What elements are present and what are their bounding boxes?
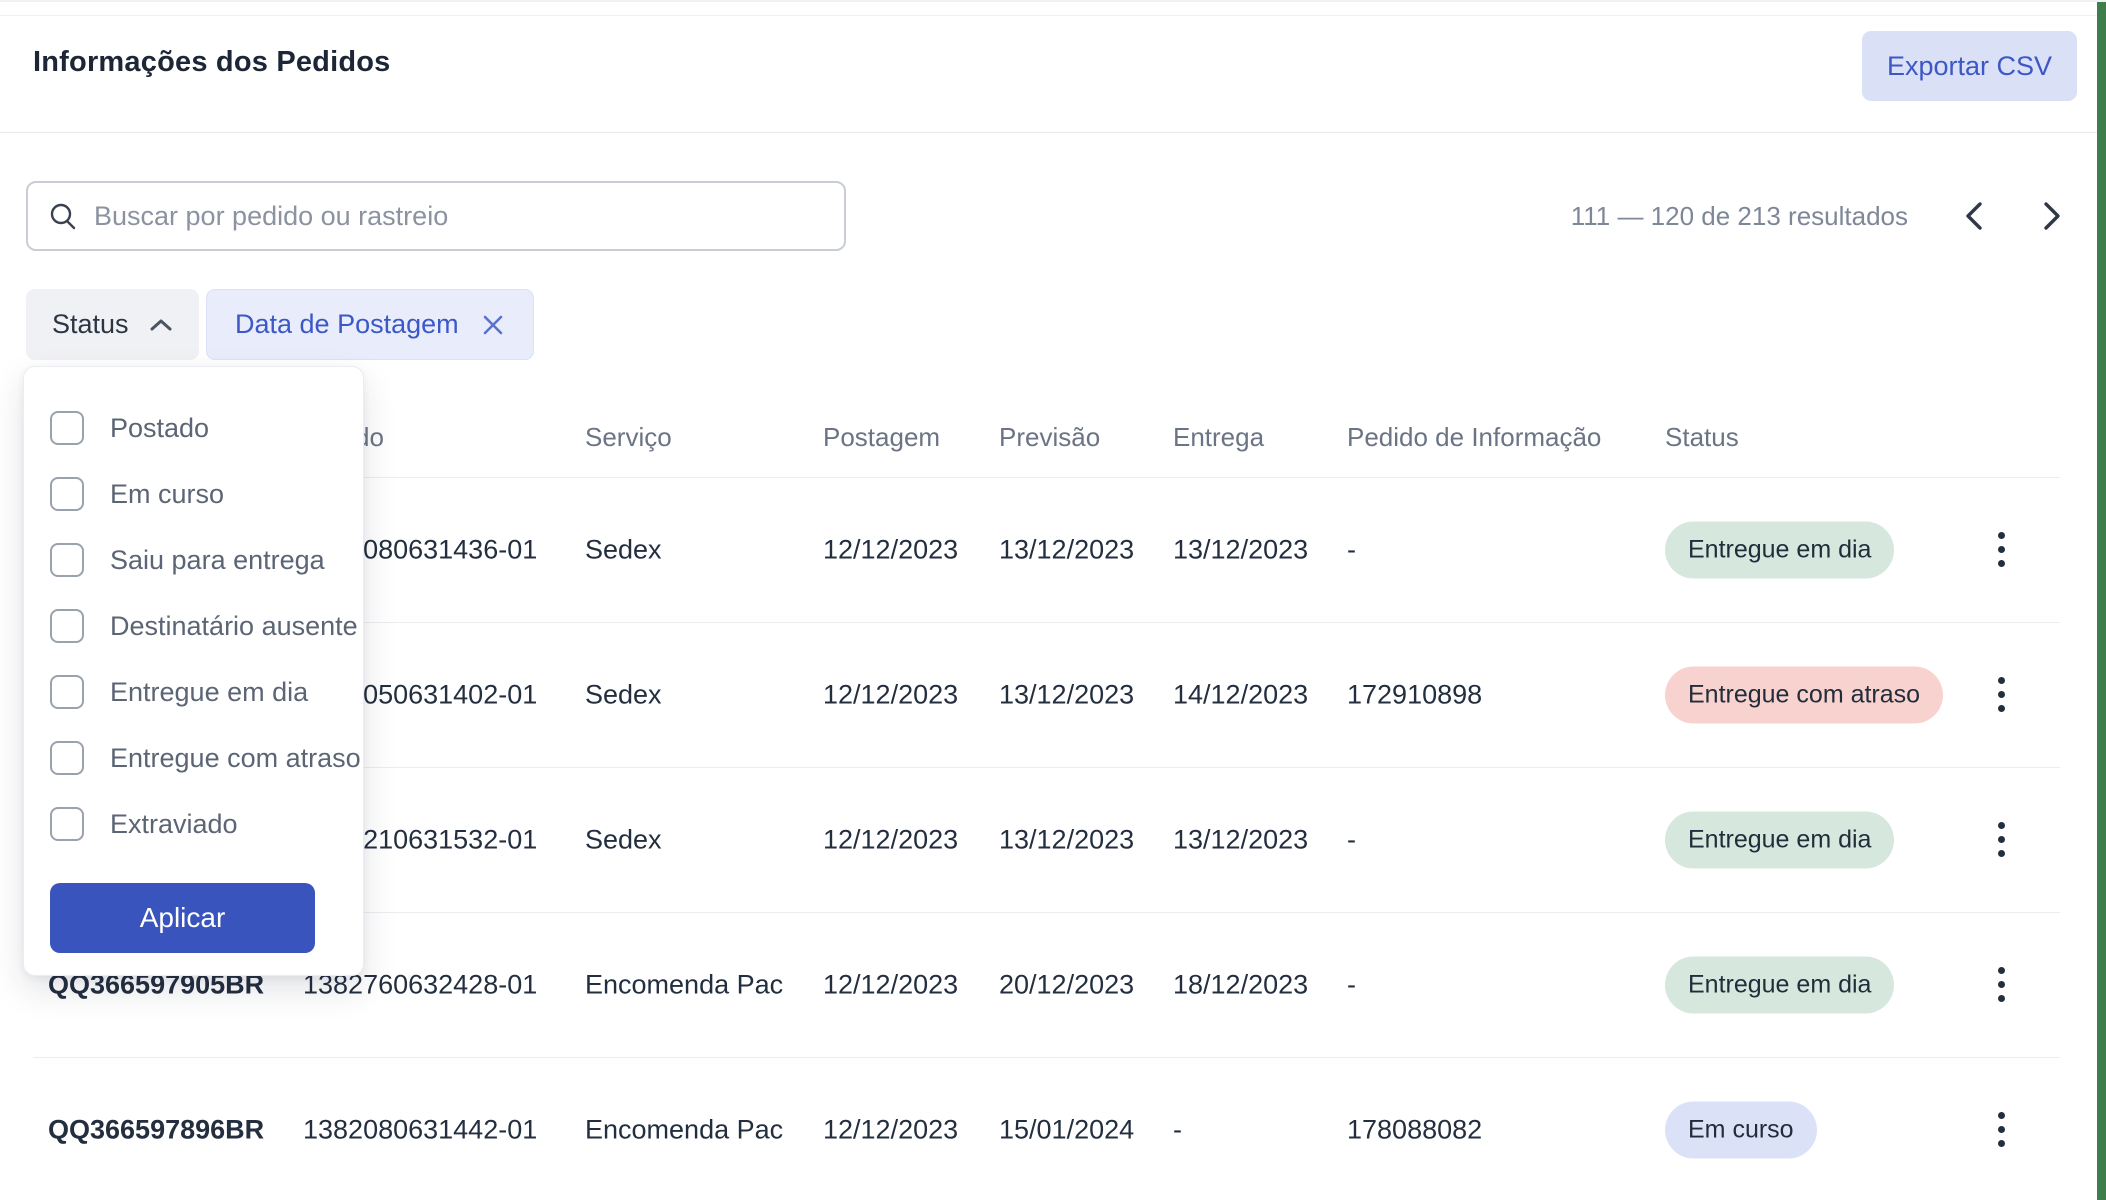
window-edge-strip (2097, 2, 2106, 1200)
row-actions-button[interactable] (1976, 808, 2026, 872)
search-input[interactable] (94, 201, 824, 232)
checkbox-em-curso[interactable] (50, 477, 84, 511)
filter-option-entregue-em-dia[interactable]: Entregue em dia (50, 659, 363, 725)
postagem-date: 12/12/2023 (823, 679, 958, 710)
filter-option-label: Postado (110, 413, 209, 444)
info-request: - (1347, 969, 1356, 1000)
filter-option-label: Extraviado (110, 809, 238, 840)
column-header-entrega: Entrega (1173, 422, 1264, 453)
postagem-date: 12/12/2023 (823, 969, 958, 1000)
status-badge: Entregue em dia (1665, 521, 1894, 578)
filter-option-postado[interactable]: Postado (50, 395, 363, 461)
status-badge: Entregue em dia (1665, 811, 1894, 868)
previsao-date: 20/12/2023 (999, 969, 1134, 1000)
entrega-date: 14/12/2023 (1173, 679, 1308, 710)
info-request: - (1347, 824, 1356, 855)
search-box[interactable] (26, 181, 846, 251)
row-actions-button[interactable] (1976, 663, 2026, 727)
entrega-date: - (1173, 1114, 1182, 1145)
info-request: 178088082 (1347, 1114, 1482, 1145)
postagem-date: 12/12/2023 (823, 1114, 958, 1145)
filter-option-label: Entregue com atraso (110, 743, 361, 774)
service: Sedex (585, 824, 662, 855)
postagem-date: 12/12/2023 (823, 824, 958, 855)
status-badge: Entregue com atraso (1665, 666, 1943, 723)
filter-option-label: Em curso (110, 479, 224, 510)
status-filter-label: Status (52, 309, 129, 340)
filter-option-em-curso[interactable]: Em curso (50, 461, 363, 527)
filter-option-saiu-para-entrega[interactable]: Saiu para entrega (50, 527, 363, 593)
service: Encomenda Pac (585, 1114, 783, 1145)
column-header-status: Status (1665, 422, 1739, 453)
prev-page-button[interactable] (1952, 194, 1996, 238)
search-icon (48, 201, 78, 231)
status-filter-button[interactable]: Status (26, 289, 199, 360)
close-icon[interactable] (481, 313, 505, 337)
table-row: QQ366597896BR 1382080631442-01 Encomenda… (0, 1057, 2106, 1200)
checkbox-postado[interactable] (50, 411, 84, 445)
filter-option-entregue-com-atraso[interactable]: Entregue com atraso (50, 725, 363, 791)
chevron-left-icon (1963, 199, 1985, 233)
checkbox-destinatario-ausente[interactable] (50, 609, 84, 643)
status-filter-dropdown: Postado Em curso Saiu para entrega Desti… (23, 366, 364, 976)
checkbox-saiu-para-entrega[interactable] (50, 543, 84, 577)
pagination: 111 — 120 de 213 resultados (1571, 181, 2074, 251)
orders-page: Informações dos Pedidos Exportar CSV 111… (0, 0, 2106, 1200)
page-title: Informações dos Pedidos (33, 46, 391, 79)
entrega-date: 13/12/2023 (1173, 824, 1308, 855)
checkbox-extraviado[interactable] (50, 807, 84, 841)
service: Sedex (585, 679, 662, 710)
info-request: 172910898 (1347, 679, 1482, 710)
column-header-servico: Serviço (585, 422, 672, 453)
tracking-code: QQ366597896BR (48, 1114, 264, 1145)
filter-option-label: Entregue em dia (110, 677, 308, 708)
previsao-date: 13/12/2023 (999, 534, 1134, 565)
order-number: 1382080631442-01 (303, 1114, 537, 1145)
filter-option-extraviado[interactable]: Extraviado (50, 791, 363, 857)
results-count: 111 — 120 de 213 resultados (1571, 201, 1908, 232)
service: Sedex (585, 534, 662, 565)
service: Encomenda Pac (585, 969, 783, 1000)
status-badge: Entregue em dia (1665, 956, 1894, 1013)
next-page-button[interactable] (2030, 194, 2074, 238)
filter-option-destinatario-ausente[interactable]: Destinatário ausente (50, 593, 363, 659)
entrega-date: 18/12/2023 (1173, 969, 1308, 1000)
row-actions-button[interactable] (1976, 518, 2026, 582)
date-filter-label: Data de Postagem (235, 309, 459, 340)
postagem-date: 12/12/2023 (823, 534, 958, 565)
previsao-date: 13/12/2023 (999, 824, 1134, 855)
status-badge: Em curso (1665, 1101, 1817, 1158)
date-filter-chip[interactable]: Data de Postagem (206, 289, 534, 360)
column-header-postagem: Postagem (823, 422, 940, 453)
column-header-pedido-informacao: Pedido de Informação (1347, 422, 1601, 453)
chevron-up-icon (149, 318, 173, 332)
filter-option-label: Saiu para entrega (110, 545, 325, 576)
previsao-date: 13/12/2023 (999, 679, 1134, 710)
row-actions-button[interactable] (1976, 953, 2026, 1017)
entrega-date: 13/12/2023 (1173, 534, 1308, 565)
top-divider (0, 15, 2097, 16)
previsao-date: 15/01/2024 (999, 1114, 1134, 1145)
filter-option-label: Destinatário ausente (110, 611, 358, 642)
column-header-previsao: Previsão (999, 422, 1100, 453)
apply-filter-button[interactable]: Aplicar (50, 883, 315, 953)
info-request: - (1347, 534, 1356, 565)
row-actions-button[interactable] (1976, 1098, 2026, 1162)
header-divider (0, 132, 2097, 133)
checkbox-entregue-em-dia[interactable] (50, 675, 84, 709)
export-csv-button[interactable]: Exportar CSV (1862, 31, 2077, 101)
chevron-right-icon (2041, 199, 2063, 233)
checkbox-entregue-com-atraso[interactable] (50, 741, 84, 775)
